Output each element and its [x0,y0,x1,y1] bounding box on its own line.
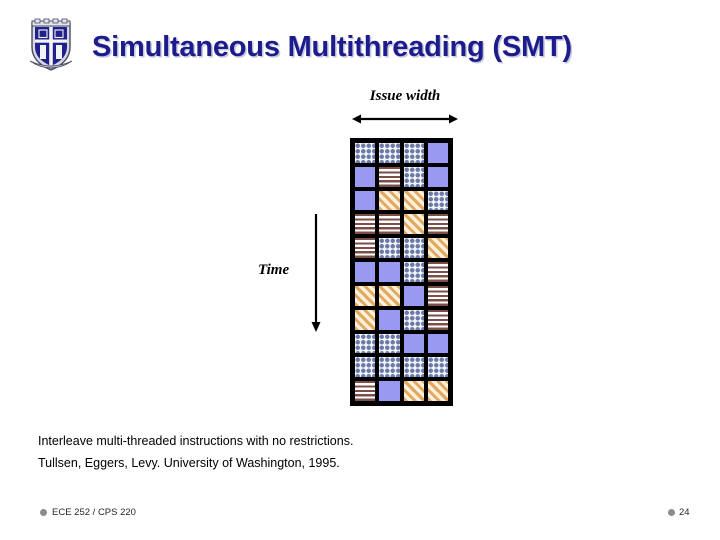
grid-cell-diamond [354,142,377,164]
duke-university-crest-logo [26,17,76,73]
grid-cell-hstripe [354,380,377,402]
bullet-icon [668,509,675,516]
footer-page-number-text: 24 [679,507,690,518]
grid-cell-diamond [402,261,425,283]
grid-cell-diamond [378,332,401,355]
time-axis-label: Time [258,262,290,278]
grid-cell-diagonal [402,189,425,212]
grid-cell-hstripe [426,261,449,283]
slide-header: Simultaneous Multithreading (SMT) [0,0,720,86]
downward-arrow-icon [310,214,322,337]
grid-cell-diamond [354,356,377,379]
bullet-icon [40,509,47,516]
grid-cell-hstripe [426,284,449,307]
grid-cell-solid [426,332,449,355]
grid-cell-solid [354,261,377,283]
grid-cell-solid [378,380,401,402]
grid-cell-solid [354,189,377,212]
footer-course-text: ECE 252 / CPS 220 [52,507,136,518]
grid-cell-hstripe [378,213,401,236]
grid-cell-diagonal [378,284,401,307]
grid-cell-solid [426,142,449,164]
grid-cell-solid [378,261,401,283]
grid-cell-diamond [402,237,425,260]
grid-cell-diamond [426,356,449,379]
double-headed-horizontal-arrow-icon [352,112,458,130]
grid-cell-solid [402,332,425,355]
footer-course-label: ECE 252 / CPS 220 [40,507,136,518]
grid-cell-diamond [354,332,377,355]
grid-cell-diamond [378,356,401,379]
grid-cell-diamond [426,189,449,212]
grid-cell-diagonal [426,380,449,402]
grid-cell-solid [354,165,377,188]
grid-cell-hstripe [378,165,401,188]
issue-width-label: Issue width [369,88,441,104]
grid-cell-diamond [402,356,425,379]
issue-width-axis: Issue width [345,88,465,128]
grid-cell-diamond [378,142,401,164]
footer-page-number: 24 [668,507,690,518]
grid-cell-diagonal [378,189,401,212]
grid-cell-diamond [402,165,425,188]
grid-cell-solid [426,165,449,188]
smt-issue-slot-grid [350,138,453,406]
grid-cell-solid [402,284,425,307]
grid-cell-solid [378,308,401,331]
grid-cell-hstripe [426,213,449,236]
grid-cell-diagonal [354,284,377,307]
grid-cell-diamond [402,308,425,331]
grid-cell-diagonal [426,237,449,260]
grid-cell-diagonal [402,380,425,402]
page-title: Simultaneous Multithreading (SMT) [92,31,572,63]
grid-cell-hstripe [354,213,377,236]
grid-cell-diagonal [402,213,425,236]
caption-line-2: Tullsen, Eggers, Levy. University of Was… [38,456,340,470]
grid-cell-diagonal [354,308,377,331]
grid-cell-hstripe [426,308,449,331]
grid-cell-hstripe [354,237,377,260]
caption-block: Interleave multi-threaded instructions w… [38,430,578,474]
grid-cell-diamond [378,237,401,260]
grid-cell-diamond [402,142,425,164]
caption-line-1: Interleave multi-threaded instructions w… [38,434,354,448]
